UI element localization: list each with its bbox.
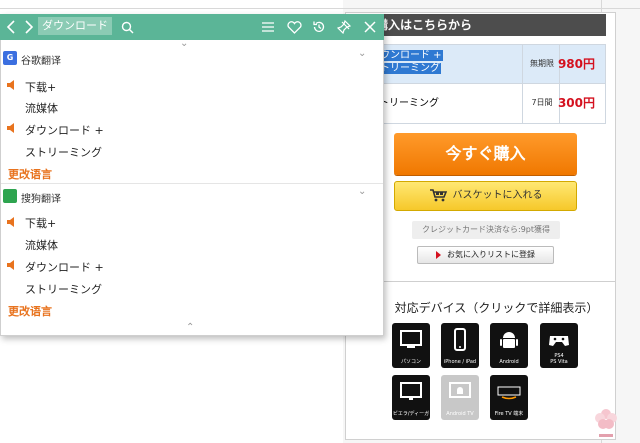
translation-entry: 下载+ bbox=[25, 217, 57, 230]
favorite-button[interactable] bbox=[283, 14, 305, 40]
cart-icon bbox=[429, 189, 447, 202]
device-iphone[interactable]: iPhone / iPad bbox=[441, 323, 479, 368]
device-ps[interactable]: PS4 PS Vita bbox=[540, 323, 578, 368]
android-tv-icon bbox=[449, 382, 471, 398]
speaker-icon[interactable] bbox=[6, 122, 18, 134]
search-icon bbox=[121, 21, 133, 33]
buy-now-button[interactable]: 今すぐ購入 bbox=[394, 133, 577, 175]
translation-entry: ダウンロード + bbox=[25, 124, 104, 137]
price: 300円 bbox=[557, 96, 595, 110]
search-button[interactable] bbox=[116, 14, 138, 40]
change-language-link[interactable]: 更改语言 bbox=[8, 166, 52, 182]
history-icon bbox=[313, 21, 325, 32]
close-button[interactable] bbox=[359, 14, 381, 40]
chevron-down-icon[interactable]: ⌄ bbox=[358, 48, 366, 59]
chevron-up-icon[interactable]: ⌃ bbox=[186, 322, 194, 333]
purchase-header: 購入はこちらから bbox=[356, 14, 606, 36]
price-row-7days[interactable]: トリーミング 7日間 300円 bbox=[356, 84, 606, 124]
phone-icon bbox=[454, 328, 466, 351]
device-android-tv[interactable]: Android TV bbox=[441, 375, 479, 420]
device-viera[interactable]: ビエラ/ディーガ bbox=[392, 375, 430, 420]
product-name-line1: ウンロード + bbox=[379, 50, 443, 61]
forward-button[interactable] bbox=[18, 14, 40, 40]
device-label: iPhone / iPad bbox=[443, 359, 477, 365]
tv-icon bbox=[400, 382, 422, 400]
history-button[interactable] bbox=[308, 14, 330, 40]
card-points-note: クレジットカード決済なら:9pt獲得 bbox=[412, 221, 560, 239]
divider bbox=[1, 183, 383, 184]
divider bbox=[0, 8, 640, 9]
change-language-link[interactable]: 更改语言 bbox=[8, 303, 52, 319]
price-row-unlimited[interactable]: ウンロード + トリーミング 無期限 980円 bbox=[356, 44, 606, 84]
arrow-right-icon bbox=[436, 250, 441, 259]
search-input[interactable]: ダウンロード bbox=[38, 17, 112, 35]
period-label: 7日間 bbox=[531, 98, 553, 107]
section-title: 搜狗翻译 bbox=[21, 194, 61, 205]
pin-button[interactable] bbox=[333, 14, 355, 40]
translation-entry: 流媒体 bbox=[25, 102, 58, 115]
wishlist-label: お気に入りリストに登録 bbox=[447, 250, 535, 259]
divider bbox=[522, 84, 523, 123]
product-name-line2: トリーミング bbox=[379, 63, 441, 74]
product-name: トリーミング bbox=[379, 98, 439, 109]
translation-entry: ストリーミング bbox=[25, 283, 102, 296]
translation-entry: ダウンロード + bbox=[25, 261, 104, 274]
period-label: 無期限 bbox=[530, 59, 554, 68]
price: 980円 bbox=[557, 57, 595, 71]
chevron-down-icon[interactable]: ⌄ bbox=[358, 186, 366, 197]
collapse-chevron-icon[interactable]: ⌄ bbox=[180, 38, 188, 49]
google-translate-logo-icon: G bbox=[3, 51, 17, 65]
heart-icon bbox=[286, 20, 302, 34]
device-pc[interactable]: パソコン bbox=[392, 323, 430, 368]
pin-icon bbox=[337, 20, 351, 34]
section-title: 谷歌翻译 bbox=[21, 56, 61, 67]
translation-entry: ストリーミング bbox=[25, 146, 102, 159]
menu-icon bbox=[262, 22, 274, 32]
translation-entry: 下载+ bbox=[25, 81, 57, 94]
gamepad-icon bbox=[549, 336, 569, 346]
speaker-icon[interactable] bbox=[6, 259, 18, 271]
add-to-basket-button[interactable]: バスケットに入れる bbox=[394, 181, 577, 211]
android-icon bbox=[500, 332, 518, 348]
menu-button[interactable] bbox=[257, 14, 279, 40]
device-label: PS4 PS Vita bbox=[550, 353, 568, 365]
chevron-right-icon bbox=[25, 20, 34, 34]
device-label: Android bbox=[499, 359, 519, 365]
speaker-icon[interactable] bbox=[6, 79, 18, 91]
devices-title: 対応デバイス（クリックで詳細表示） bbox=[394, 301, 599, 315]
device-label: Android TV bbox=[446, 411, 474, 417]
speaker-icon[interactable] bbox=[6, 216, 18, 228]
close-icon bbox=[364, 21, 376, 33]
device-fire-tv[interactable]: Fire TV 端末 bbox=[490, 375, 528, 420]
basket-label: バスケットに入れる bbox=[452, 190, 543, 201]
product-name: ウンロード + トリーミング bbox=[379, 49, 443, 75]
device-android[interactable]: Android bbox=[490, 323, 528, 368]
flower-logo-icon bbox=[595, 409, 617, 437]
add-to-wishlist-button[interactable]: お気に入りリストに登録 bbox=[417, 246, 554, 264]
monitor-icon bbox=[400, 330, 422, 348]
device-label: ビエラ/ディーガ bbox=[392, 411, 430, 417]
amazon-icon bbox=[497, 386, 521, 400]
divider bbox=[522, 45, 523, 83]
device-label: パソコン bbox=[400, 359, 421, 365]
chevron-left-icon bbox=[6, 20, 15, 34]
translation-entry: 流媒体 bbox=[25, 239, 58, 252]
sogou-translate-logo-icon bbox=[3, 189, 17, 203]
device-label: Fire TV 端末 bbox=[494, 411, 524, 417]
